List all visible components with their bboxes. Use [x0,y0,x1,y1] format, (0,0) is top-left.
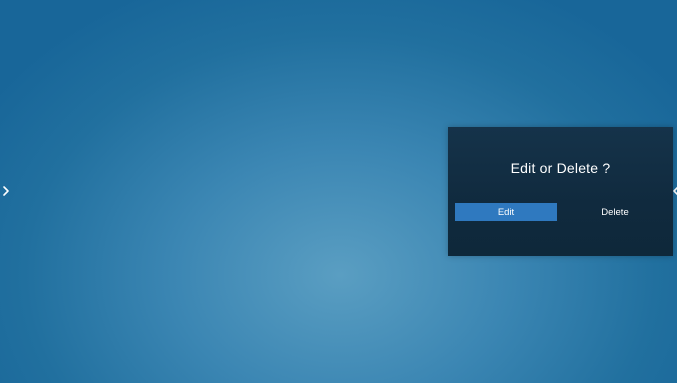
edit-button-label: Edit [497,206,515,218]
dialog-title: Edit or Delete ? [510,160,611,176]
edit-button[interactable]: Edit [455,203,557,221]
edit-or-delete-dialog: Edit or Delete ? Edit Delete [448,127,673,256]
delete-button[interactable]: Delete [564,203,666,221]
screen-background: Edit or Delete ? Edit Delete [0,0,677,383]
delete-button-label: Delete [601,206,629,218]
chevron-right-icon[interactable] [0,183,12,199]
